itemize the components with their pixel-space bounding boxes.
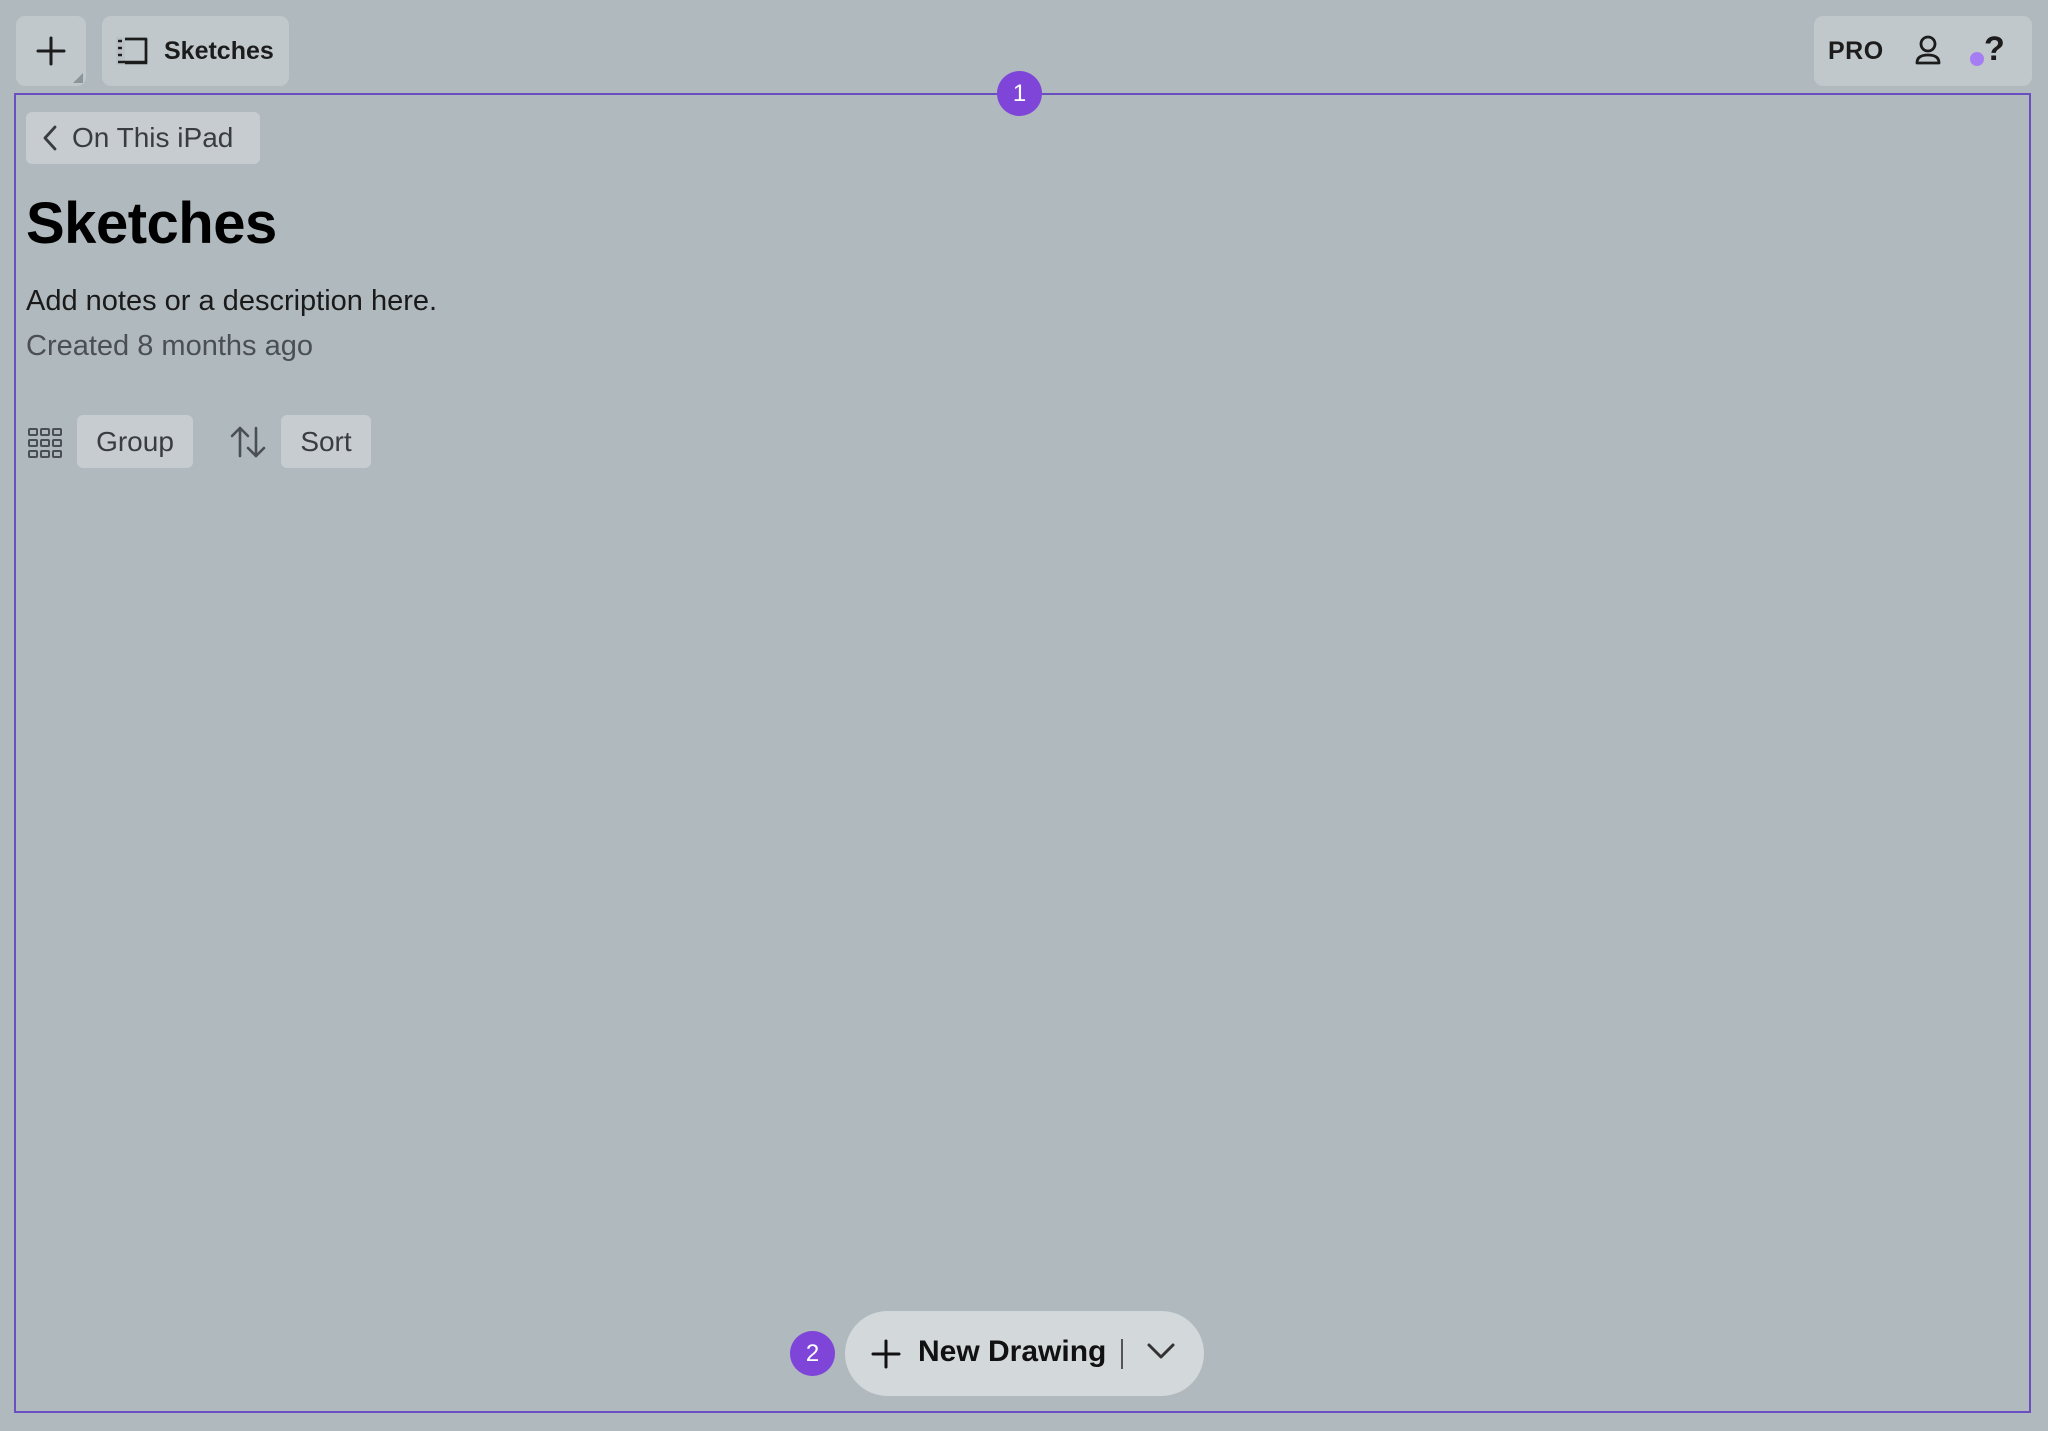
marker-badge-1: 1: [997, 71, 1042, 116]
sketches-label: Sketches: [164, 36, 274, 65]
notification-dot: [1970, 52, 1984, 66]
person-icon[interactable]: [1914, 34, 1942, 66]
question-mark-icon: ?: [1984, 30, 2005, 68]
sidebar-toggle-button[interactable]: Sketches: [102, 16, 289, 86]
sort-arrows-icon: [230, 426, 266, 458]
chevron-left-icon: [43, 125, 57, 151]
add-button[interactable]: [16, 16, 86, 86]
back-label: On This iPad: [72, 122, 234, 153]
chevron-down-icon[interactable]: [1146, 1341, 1176, 1361]
description-text[interactable]: Add notes or a description here.: [26, 285, 437, 318]
new-drawing-button[interactable]: New Drawing: [845, 1311, 1204, 1396]
plus-icon: [871, 1339, 901, 1369]
back-button[interactable]: On This iPad: [26, 112, 260, 164]
account-toolbar: PRO ?: [1814, 16, 2032, 86]
help-button[interactable]: ?: [1970, 30, 2014, 74]
marker-badge-2: 2: [790, 1331, 835, 1376]
pro-button[interactable]: PRO: [1828, 37, 1884, 66]
sidebar-list-icon: [116, 37, 148, 65]
corner-indicator: [73, 73, 83, 83]
created-timestamp: Created 8 months ago: [26, 330, 313, 362]
sort-button[interactable]: Sort: [281, 415, 371, 468]
page-title: Sketches: [26, 191, 277, 256]
grid-icon: [28, 428, 62, 458]
new-drawing-label: New Drawing: [918, 1335, 1107, 1368]
divider: [1121, 1339, 1123, 1369]
plus-icon: [36, 36, 66, 66]
group-button[interactable]: Group: [77, 415, 193, 468]
